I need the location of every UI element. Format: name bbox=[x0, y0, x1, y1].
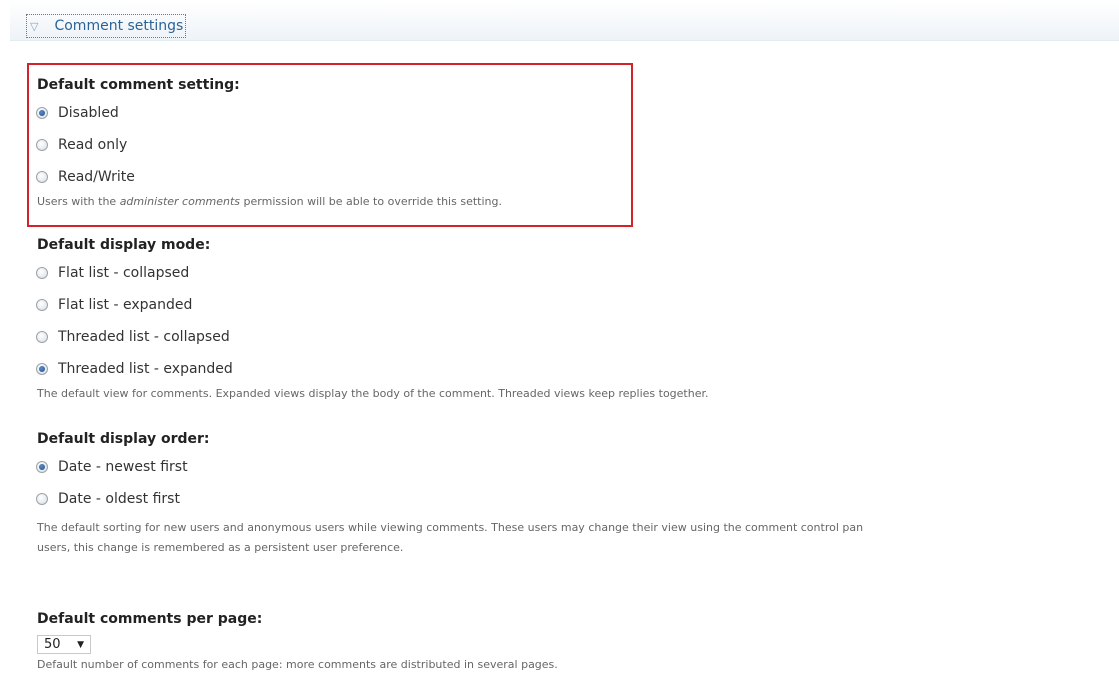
radio-button[interactable] bbox=[36, 139, 48, 151]
radio-label: Read/Write bbox=[58, 169, 135, 185]
default-comment-description: Users with the administer comments permi… bbox=[37, 195, 502, 208]
radio-button[interactable] bbox=[36, 107, 48, 119]
radio-button[interactable] bbox=[36, 299, 48, 311]
radio-button[interactable] bbox=[36, 267, 48, 279]
default-display-order-label: Default display order: bbox=[37, 431, 210, 447]
radio-option-disabled[interactable]: Disabled bbox=[36, 97, 502, 129]
radio-button[interactable] bbox=[36, 493, 48, 505]
radio-option-threaded-expanded[interactable]: Threaded list - expanded bbox=[36, 353, 709, 385]
radio-option-read-write[interactable]: Read/Write bbox=[36, 161, 502, 193]
comments-per-page-group: Default comments per page: 50 ▼ Default … bbox=[37, 609, 558, 674]
triangle-down-icon: ▽ bbox=[30, 19, 39, 33]
comments-per-page-label: Default comments per page: bbox=[37, 611, 263, 627]
radio-button[interactable] bbox=[36, 171, 48, 183]
radio-option-read-only[interactable]: Read only bbox=[36, 129, 502, 161]
radio-label: Date - newest first bbox=[58, 459, 188, 475]
default-comment-setting-label: Default comment setting: bbox=[37, 77, 240, 93]
radio-label: Date - oldest first bbox=[58, 491, 180, 507]
comments-per-page-description: Default number of comments for each page… bbox=[37, 658, 558, 671]
default-display-mode-group: Default display mode: Flat list - collap… bbox=[36, 235, 709, 403]
radio-button[interactable] bbox=[36, 331, 48, 343]
radio-option-flat-collapsed[interactable]: Flat list - collapsed bbox=[36, 257, 709, 289]
radio-label: Flat list - collapsed bbox=[58, 265, 190, 281]
default-comment-setting-group: Default comment setting: Disabled Read o… bbox=[36, 75, 502, 211]
select-value: 50 bbox=[44, 637, 61, 652]
radio-label: Threaded list - collapsed bbox=[58, 329, 230, 345]
comments-per-page-select[interactable]: 50 ▼ bbox=[37, 635, 91, 654]
caret-down-icon: ▼ bbox=[77, 639, 84, 650]
radio-button[interactable] bbox=[36, 363, 48, 375]
radio-option-flat-expanded[interactable]: Flat list - expanded bbox=[36, 289, 709, 321]
radio-label: Disabled bbox=[58, 105, 119, 121]
radio-label: Threaded list - expanded bbox=[58, 361, 233, 377]
comment-settings-toggle[interactable]: ▽ Comment settings bbox=[26, 14, 187, 38]
default-display-order-group: Default display order: Date - newest fir… bbox=[36, 429, 864, 557]
fieldset-title: Comment settings bbox=[54, 18, 184, 34]
radio-label: Read only bbox=[58, 137, 128, 153]
display-order-description-line1: The default sorting for new users and an… bbox=[37, 521, 864, 534]
default-display-mode-label: Default display mode: bbox=[37, 237, 211, 253]
radio-option-threaded-collapsed[interactable]: Threaded list - collapsed bbox=[36, 321, 709, 353]
display-mode-description: The default view for comments. Expanded … bbox=[37, 387, 709, 400]
radio-option-newest-first[interactable]: Date - newest first bbox=[36, 451, 863, 483]
display-order-description-line2: users, this change is remembered as a pe… bbox=[37, 541, 404, 554]
radio-option-oldest-first[interactable]: Date - oldest first bbox=[36, 483, 863, 515]
radio-button[interactable] bbox=[36, 461, 48, 473]
radio-label: Flat list - expanded bbox=[58, 297, 193, 313]
